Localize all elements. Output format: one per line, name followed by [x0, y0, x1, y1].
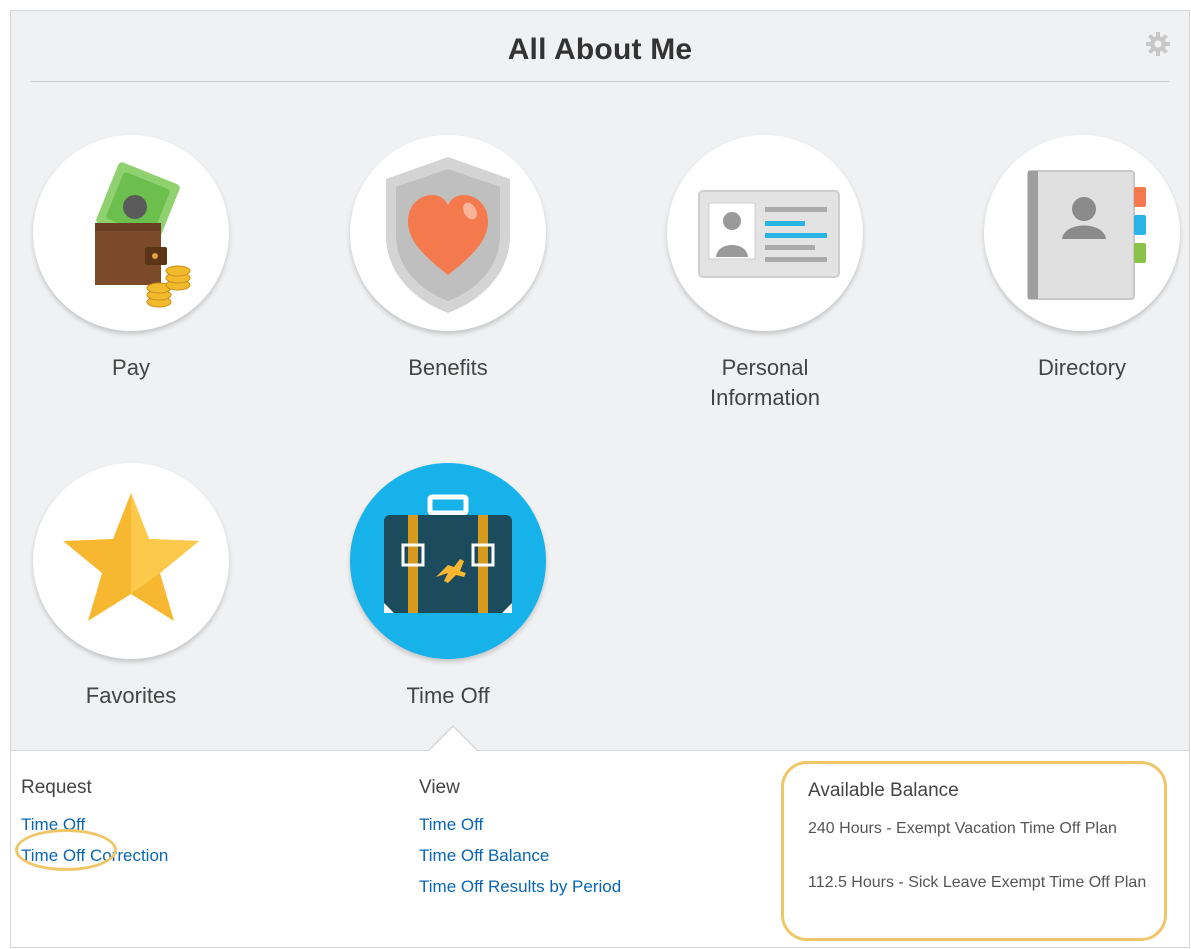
time-off-details: Request Time Off Time Off Correction Vie… [11, 750, 1189, 947]
request-heading: Request [21, 777, 92, 798]
tile-pay[interactable]: Pay [31, 135, 231, 383]
id-card-icon [698, 190, 840, 278]
title-divider [31, 81, 1169, 82]
available-balance-heading: Available Balance [808, 780, 959, 801]
favorites-circle [33, 463, 229, 659]
vacation-balance: 240 Hours - Exempt Vacation Time Off Pla… [808, 820, 1117, 837]
tile-time-off[interactable]: Time Off [348, 463, 548, 711]
tile-label-personal-information: Personal Information [709, 355, 821, 410]
wallet-icon [95, 162, 191, 308]
tile-label-directory: Directory [1037, 355, 1126, 380]
view-time-off-balance-link[interactable]: Time Off Balance [419, 840, 621, 871]
tile-favorites[interactable]: Favorites [31, 463, 231, 711]
tile-label-time-off: Time Off [406, 683, 490, 708]
request-time-off-link[interactable]: Time Off [21, 809, 168, 840]
tile-label-favorites: Favorites [85, 683, 177, 708]
gear-icon[interactable] [1145, 31, 1171, 57]
all-about-me-panel: All About Me Pay Benefits Personal Infor… [10, 10, 1190, 948]
request-column: Request Time Off Time Off Correction [15, 777, 168, 871]
view-heading: View [419, 777, 460, 798]
view-time-off-link[interactable]: Time Off [419, 809, 621, 840]
tile-personal-information[interactable]: Personal Information [665, 135, 865, 413]
selection-pointer [429, 727, 477, 751]
panel-title: All About Me [507, 33, 693, 66]
address-book-icon [1027, 170, 1146, 300]
tile-directory[interactable]: Directory [982, 135, 1182, 383]
view-column: View Time Off Time Off Balance Time Off … [419, 777, 621, 902]
shield-heart-icon [386, 157, 510, 313]
directory-circle [984, 135, 1180, 331]
tile-benefits[interactable]: Benefits [348, 135, 548, 383]
tile-label-benefits: Benefits [408, 355, 488, 380]
view-time-off-results-link[interactable]: Time Off Results by Period [419, 871, 621, 902]
sick-leave-balance: 112.5 Hours - Sick Leave Exempt Time Off… [808, 874, 1147, 891]
suitcase-icon [384, 494, 512, 613]
available-balance-box: Available Balance 240 Hours - Exempt Vac… [781, 761, 1167, 941]
tile-label-pay: Pay [112, 355, 150, 380]
pay-circle [33, 135, 229, 331]
time-off-circle [350, 463, 546, 659]
request-time-off-correction-link[interactable]: Time Off Correction [21, 840, 168, 871]
personal-information-circle [667, 135, 863, 331]
star-icon [63, 493, 199, 621]
benefits-circle [350, 135, 546, 331]
